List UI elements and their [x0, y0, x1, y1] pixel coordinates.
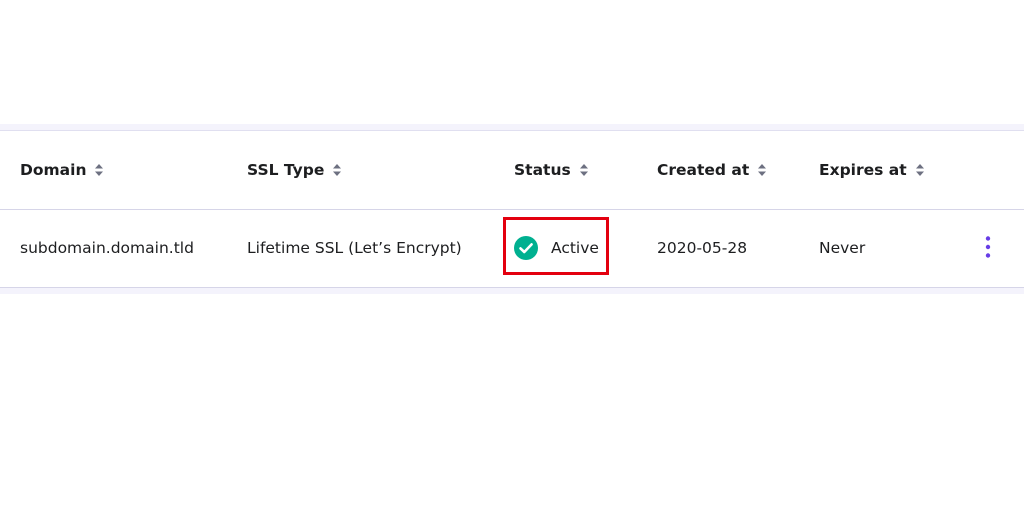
cell-domain: subdomain.domain.tld [20, 239, 194, 257]
column-header-ssl-type[interactable]: SSL Type [247, 131, 342, 209]
sort-icon[interactable] [94, 163, 104, 177]
column-header-label: Domain [20, 161, 87, 179]
more-vertical-icon [985, 236, 991, 258]
sort-icon[interactable] [332, 163, 342, 177]
column-header-label: Created at [657, 161, 750, 179]
status-label: Active [551, 239, 599, 257]
cell-ssl-type: Lifetime SSL (Let’s Encrypt) [247, 239, 462, 257]
cell-status: Active [514, 210, 599, 286]
sort-icon[interactable] [915, 163, 925, 177]
sort-icon[interactable] [757, 163, 767, 177]
cell-expires-at: Never [819, 239, 866, 257]
page: Domain SSL Type Status Created at Expire… [0, 0, 1024, 512]
ssl-table: Domain SSL Type Status Created at Expire… [0, 130, 1024, 288]
cell-created-at: 2020-05-28 [657, 239, 748, 257]
column-header-label: Status [514, 161, 571, 179]
column-header-domain[interactable]: Domain [20, 131, 104, 209]
column-header-status[interactable]: Status [514, 131, 589, 209]
table-row: subdomain.domain.tld Lifetime SSL (Let’s… [0, 210, 1024, 286]
sort-icon[interactable] [579, 163, 589, 177]
column-header-expires-at[interactable]: Expires at [819, 131, 925, 209]
column-header-label: SSL Type [247, 161, 325, 179]
column-header-label: Expires at [819, 161, 907, 179]
ssl-table-card: Domain SSL Type Status Created at Expire… [0, 124, 1024, 294]
table-header-row: Domain SSL Type Status Created at Expire… [0, 131, 1024, 210]
column-header-created-at[interactable]: Created at [657, 131, 767, 209]
check-circle-icon [514, 236, 538, 260]
row-actions-button[interactable] [978, 232, 998, 262]
